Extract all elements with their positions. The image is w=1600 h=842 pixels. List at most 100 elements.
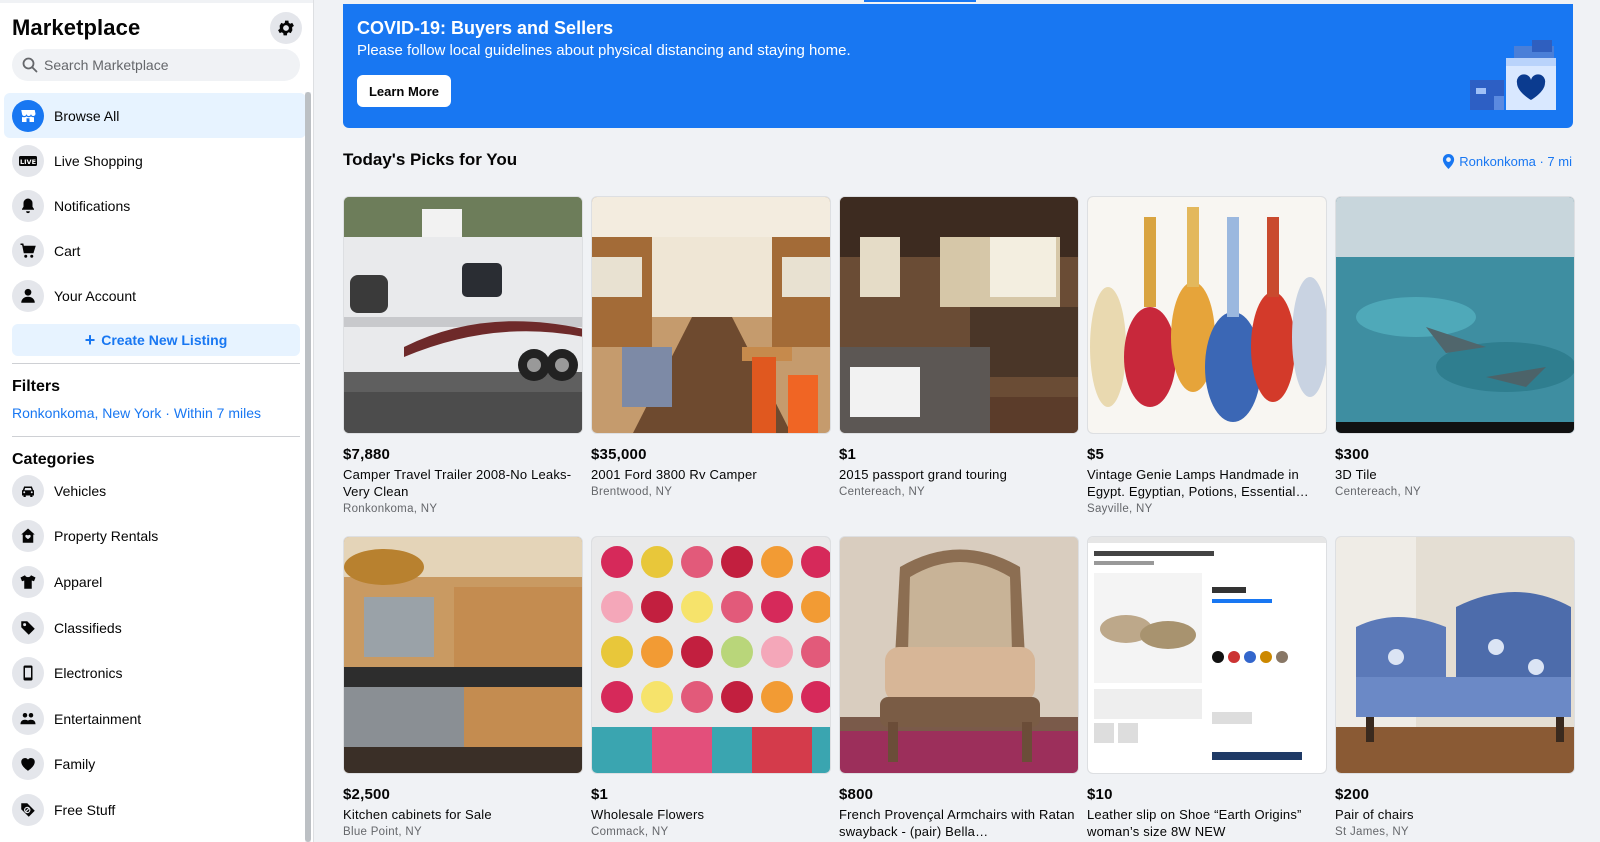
category-free-stuff[interactable]: Free Stuff bbox=[4, 787, 306, 833]
divider bbox=[12, 363, 300, 364]
filters-heading: Filters bbox=[12, 378, 61, 395]
banner-title: COVID-19: Buyers and Sellers bbox=[357, 18, 614, 38]
learn-more-button[interactable]: Learn More bbox=[357, 75, 451, 107]
listing-image-roses[interactable] bbox=[591, 536, 831, 774]
category-family[interactable]: Family bbox=[4, 742, 306, 788]
picks-heading: Today's Picks for You bbox=[343, 150, 518, 169]
location-pin-icon bbox=[1443, 154, 1455, 169]
listing-image-kitchen[interactable] bbox=[343, 536, 583, 774]
listing-image-blue-chairs[interactable] bbox=[1335, 536, 1575, 774]
scrollbar-thumb[interactable] bbox=[305, 92, 311, 842]
nav-label: Your Account bbox=[54, 287, 136, 304]
listing-image-rv-interior[interactable] bbox=[839, 196, 1079, 434]
listing-title: Leather slip on Shoe “Earth Origins” wom… bbox=[1087, 807, 1302, 839]
categories-heading: Categories bbox=[12, 451, 95, 468]
category-label: Free Stuff bbox=[54, 801, 116, 818]
search-input[interactable] bbox=[44, 57, 284, 73]
listing-price: $2,500 bbox=[343, 786, 391, 803]
storefront-icon bbox=[12, 99, 44, 132]
shirt-icon bbox=[12, 565, 44, 598]
listing-price: $10 bbox=[1087, 786, 1113, 803]
listing-title: Wholesale Flowers bbox=[591, 807, 705, 822]
category-label: Entertainment bbox=[54, 710, 142, 727]
category-list: Vehicles Property Rentals Apparel Classi… bbox=[4, 468, 306, 833]
covid-banner: COVID-19: Buyers and Sellers Please foll… bbox=[343, 4, 1573, 128]
category-label: Vehicles bbox=[54, 482, 107, 499]
sidebar-nav: Browse All LIVE Live Shopping Notificati… bbox=[4, 93, 306, 318]
svg-text:LIVE: LIVE bbox=[20, 158, 36, 166]
listing-price: $1 bbox=[839, 446, 857, 463]
listing-price: $5 bbox=[1087, 446, 1105, 463]
nav-item-live-shopping[interactable]: LIVE Live Shopping bbox=[4, 138, 306, 183]
sidebar: Marketplace Browse All LIVE Live bbox=[0, 0, 314, 842]
nav-item-cart[interactable]: Cart bbox=[4, 228, 306, 273]
listing-card[interactable]: $5 Vintage Genie Lamps Handmade in Egypt… bbox=[1087, 196, 1327, 515]
listing-image-shoe-listing[interactable] bbox=[1087, 536, 1327, 774]
nav-item-notifications[interactable]: Notifications bbox=[4, 183, 306, 228]
listing-location: Blue Point, NY bbox=[343, 826, 422, 838]
banner-text: Please follow local guidelines about phy… bbox=[357, 42, 851, 59]
listing-price: $800 bbox=[839, 786, 874, 803]
phone-icon bbox=[12, 657, 44, 690]
listing-price: $200 bbox=[1335, 786, 1370, 803]
category-property-rentals[interactable]: Property Rentals bbox=[4, 514, 306, 560]
listing-price: $7,880 bbox=[343, 446, 391, 463]
listing-location: Centereach, NY bbox=[839, 486, 926, 498]
category-label: Electronics bbox=[54, 665, 123, 682]
car-icon bbox=[12, 474, 44, 507]
listing-title: Vintage Genie Lamps Handmade in Egypt. E… bbox=[1087, 467, 1309, 499]
listing-title: 3D Tile bbox=[1335, 467, 1377, 482]
listing-location: Sayville, NY bbox=[1087, 503, 1153, 515]
listing-location: Brentwood, NY bbox=[591, 486, 673, 498]
package-heart-illustration bbox=[1470, 40, 1556, 110]
settings-button[interactable] bbox=[270, 12, 302, 44]
nav-label: Live Shopping bbox=[54, 152, 143, 169]
heart-icon bbox=[12, 748, 44, 781]
listing-image-ocean-floor[interactable] bbox=[1335, 196, 1575, 434]
listing-image-genie-bottles[interactable] bbox=[1087, 196, 1327, 434]
listing-card[interactable]: $200 Pair of chairs St James, NY bbox=[1335, 536, 1575, 838]
category-classifieds[interactable]: Classifieds bbox=[4, 605, 306, 651]
listing-title: 2015 passport grand touring bbox=[839, 467, 1008, 482]
tag-icon bbox=[12, 611, 44, 644]
category-electronics[interactable]: Electronics bbox=[4, 650, 306, 696]
nav-label: Cart bbox=[54, 242, 81, 259]
listing-card[interactable]: $10 Leather slip on Shoe “Earth Origins”… bbox=[1087, 536, 1327, 840]
nav-item-browse-all[interactable]: Browse All bbox=[4, 93, 306, 138]
listing-price: $35,000 bbox=[591, 446, 647, 463]
category-label: Apparel bbox=[54, 573, 103, 590]
listing-card[interactable]: $300 3D Tile Centereach, NY bbox=[1335, 196, 1575, 498]
listing-image-camper-trailer[interactable] bbox=[343, 196, 583, 434]
listing-card[interactable]: $35,000 2001 Ford 3800 Rv Camper Brentwo… bbox=[591, 196, 831, 498]
listing-image-bus-interior[interactable] bbox=[591, 196, 831, 434]
sidebar-header: Marketplace bbox=[12, 12, 302, 44]
listing-location: Ronkonkoma, NY bbox=[343, 503, 438, 515]
listing-title: French Provençal Armchairs with Ratan sw… bbox=[839, 807, 1075, 839]
people-icon bbox=[12, 702, 44, 735]
listing-card[interactable]: $1 Wholesale Flowers Commack, NY bbox=[591, 536, 831, 838]
cart-icon bbox=[12, 234, 44, 267]
listing-price: $300 bbox=[1335, 446, 1370, 463]
search-box[interactable] bbox=[12, 49, 300, 81]
category-apparel[interactable]: Apparel bbox=[4, 559, 306, 605]
nav-item-your-account[interactable]: Your Account bbox=[4, 273, 306, 318]
listing-title: 2001 Ford 3800 Rv Camper bbox=[591, 467, 757, 482]
category-entertainment[interactable]: Entertainment bbox=[4, 696, 306, 742]
listing-card[interactable]: $7,880 Camper Travel Trailer 2008-No Lea… bbox=[343, 196, 583, 515]
page-title: Marketplace bbox=[12, 15, 141, 40]
location-filter-link[interactable]: Ronkonkoma, New York · Within 7 miles bbox=[12, 405, 261, 421]
listing-location: Commack, NY bbox=[591, 826, 669, 838]
listing-card[interactable]: $2,500 Kitchen cabinets for Sale Blue Po… bbox=[343, 536, 583, 838]
listing-image-armchair[interactable] bbox=[839, 536, 1079, 774]
create-listing-button[interactable]: + Create New Listing bbox=[12, 324, 300, 356]
listing-location: St James, NY bbox=[1335, 826, 1409, 838]
location-link[interactable]: Ronkonkoma · 7 mi bbox=[1442, 154, 1572, 169]
category-vehicles[interactable]: Vehicles bbox=[4, 468, 306, 514]
category-label: Family bbox=[54, 756, 96, 773]
listing-price: $1 bbox=[591, 786, 609, 803]
listing-card[interactable]: $1 2015 passport grand touring Centereac… bbox=[839, 196, 1079, 498]
house-icon bbox=[12, 520, 44, 553]
divider bbox=[12, 436, 300, 437]
bell-icon bbox=[12, 189, 44, 222]
listing-card[interactable]: $800 French Provençal Armchairs with Rat… bbox=[839, 536, 1079, 840]
